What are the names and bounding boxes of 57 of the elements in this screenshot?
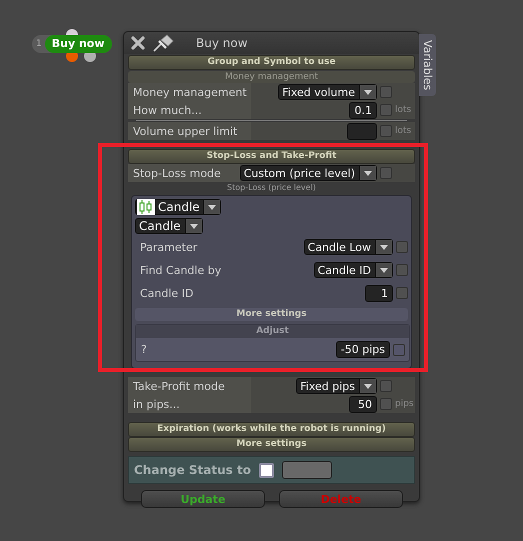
checkbox[interactable] xyxy=(258,462,274,478)
dropdown[interactable]: Fixed pips xyxy=(296,378,377,394)
node-index: 1 xyxy=(36,39,42,49)
source-dropdown[interactable]: Candle xyxy=(135,199,221,215)
checkbox[interactable] xyxy=(396,287,408,299)
unit-label: lots xyxy=(395,105,412,115)
variables-tab[interactable]: Variables xyxy=(419,34,436,96)
field-label: Take-Profit mode xyxy=(128,377,251,395)
window-title: Buy now xyxy=(196,36,248,50)
number-field[interactable]: -50 pips xyxy=(336,341,390,358)
dropdown[interactable]: Candle ID xyxy=(314,262,393,278)
checkbox[interactable] xyxy=(380,167,392,179)
caret-icon xyxy=(202,200,220,214)
type-dropdown[interactable]: Candle xyxy=(135,218,203,234)
field-label: Candle ID xyxy=(139,286,194,302)
group-caption: Stop-Loss (price level) xyxy=(226,182,317,193)
dropdown[interactable]: Custom (price level) xyxy=(240,165,377,181)
checkbox[interactable] xyxy=(380,86,392,98)
unit-label: pips xyxy=(395,399,415,409)
checkbox[interactable] xyxy=(396,264,408,276)
dropdown[interactable]: Fixed volume xyxy=(278,84,377,100)
status-field[interactable] xyxy=(282,461,332,479)
checkbox[interactable] xyxy=(396,241,408,253)
pin-icon[interactable] xyxy=(152,34,174,52)
field-label: Stop-Loss mode xyxy=(128,164,240,182)
field-label: Volume upper limit xyxy=(128,122,251,140)
section-header[interactable]: Group and Symbol to use xyxy=(128,55,415,70)
checkbox[interactable] xyxy=(393,344,405,356)
candlestick-icon xyxy=(137,199,155,215)
number-field[interactable]: 1 xyxy=(365,284,393,302)
unit-label: lots xyxy=(395,126,412,136)
caret-icon xyxy=(184,219,202,233)
field-label: ? xyxy=(140,342,148,358)
close-icon[interactable] xyxy=(130,35,146,51)
field-label: in pips... xyxy=(128,395,251,413)
checkbox[interactable] xyxy=(380,125,392,137)
node-pill[interactable]: 1 Buy now xyxy=(32,35,112,53)
number-field[interactable] xyxy=(347,122,377,140)
caret-icon xyxy=(375,240,392,254)
node-label[interactable]: Buy now xyxy=(44,35,112,53)
caret-icon xyxy=(375,263,392,277)
field-label: Find Candle by xyxy=(139,262,222,278)
field-label: Money management xyxy=(128,83,251,101)
number-field[interactable]: 50 xyxy=(349,396,377,412)
dropdown[interactable]: Candle Low xyxy=(304,239,393,255)
checkbox[interactable] xyxy=(380,104,392,116)
section-header[interactable]: More settings xyxy=(135,308,408,321)
section-header[interactable]: Stop-Loss and Take-Profit xyxy=(128,149,415,164)
section-header[interactable]: More settings xyxy=(128,437,415,452)
number-field[interactable]: 0.1 xyxy=(349,102,377,118)
section-header[interactable]: Expiration (works while the robot is running) xyxy=(128,422,415,437)
field-label: Parameter xyxy=(139,240,198,256)
checkbox[interactable] xyxy=(380,380,392,392)
field-label: How much... xyxy=(128,101,251,119)
checkbox[interactable] xyxy=(380,398,392,410)
status-label: Change Status to xyxy=(134,463,251,477)
adjust-header: Adjust xyxy=(136,325,409,338)
